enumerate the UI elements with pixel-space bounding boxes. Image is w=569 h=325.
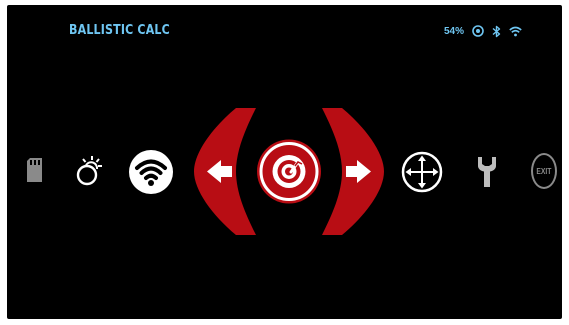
ballistic-calc-icon[interactable] (257, 139, 321, 204)
crosshair-icon[interactable] (401, 151, 443, 193)
device-screen: BALLISTIC CALC 54% EXIT (7, 5, 562, 319)
wifi-icon (509, 26, 522, 36)
compass-icon (472, 25, 484, 37)
exit-button[interactable]: EXIT (531, 153, 557, 189)
status-bar: 54% (444, 23, 522, 39)
page-title: BALLISTIC CALC (69, 23, 170, 38)
battery-level: 54% (443, 25, 464, 37)
wifi-menu-icon[interactable] (128, 149, 174, 195)
menu-selector (194, 108, 384, 235)
wrench-icon[interactable] (477, 155, 497, 189)
sd-card-icon[interactable] (26, 158, 43, 182)
weather-icon[interactable] (74, 150, 104, 186)
exit-label: EXIT (536, 166, 552, 176)
bluetooth-icon (492, 25, 501, 37)
